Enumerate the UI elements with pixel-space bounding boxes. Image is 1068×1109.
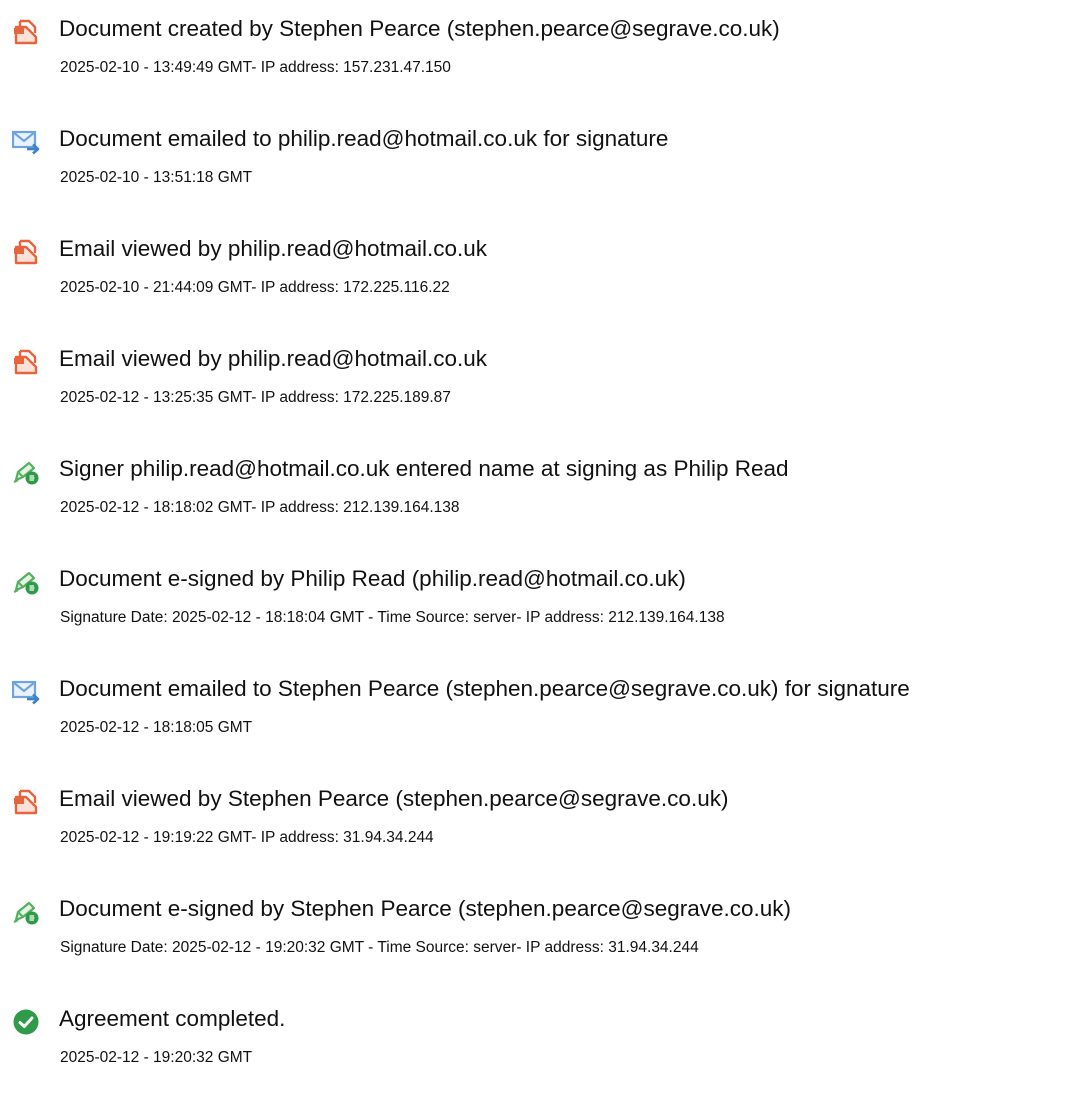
event-detail: 2025-02-10 - 13:51:18 GMT xyxy=(60,169,253,186)
email-sent-icon xyxy=(12,128,40,156)
audit-event: Agreement completed. 2025-02-12 - 19:20:… xyxy=(0,990,1068,1070)
document-icon xyxy=(12,348,40,376)
event-detail: 2025-02-12 - 19:19:22 GMT- IP address: 3… xyxy=(60,829,434,846)
event-title: Document emailed to philip.read@hotmail.… xyxy=(59,126,669,151)
event-detail: 2025-02-10 - 21:44:09 GMT- IP address: 1… xyxy=(60,279,450,296)
audit-event: Document e-signed by Philip Read (philip… xyxy=(0,550,1068,630)
event-title: Email viewed by philip.read@hotmail.co.u… xyxy=(59,236,488,261)
document-icon xyxy=(12,18,40,46)
event-detail: 2025-02-10 - 13:49:49 GMT- IP address: 1… xyxy=(60,59,451,76)
pen-sign-icon xyxy=(12,898,40,926)
audit-event: Email viewed by philip.read@hotmail.co.u… xyxy=(0,220,1068,300)
audit-event: Document created by Stephen Pearce (step… xyxy=(0,0,1068,80)
event-title: Email viewed by philip.read@hotmail.co.u… xyxy=(59,346,488,371)
document-icon xyxy=(12,788,40,816)
audit-event: Signer philip.read@hotmail.co.uk entered… xyxy=(0,440,1068,520)
event-detail: Signature Date: 2025-02-12 - 19:20:32 GM… xyxy=(60,939,699,956)
audit-event: Document e-signed by Stephen Pearce (ste… xyxy=(0,880,1068,960)
audit-event: Email viewed by philip.read@hotmail.co.u… xyxy=(0,330,1068,410)
event-detail: 2025-02-12 - 18:18:02 GMT- IP address: 2… xyxy=(60,499,460,516)
event-title: Document emailed to Stephen Pearce (step… xyxy=(59,676,910,701)
event-detail: 2025-02-12 - 13:25:35 GMT- IP address: 1… xyxy=(60,389,451,406)
event-detail: 2025-02-12 - 18:18:05 GMT xyxy=(60,719,253,736)
event-title: Document created by Stephen Pearce (step… xyxy=(59,16,780,41)
event-title: Agreement completed. xyxy=(59,1006,286,1031)
audit-event: Document emailed to philip.read@hotmail.… xyxy=(0,110,1068,190)
email-sent-icon xyxy=(12,678,40,706)
audit-event: Document emailed to Stephen Pearce (step… xyxy=(0,660,1068,740)
event-title: Document e-signed by Philip Read (philip… xyxy=(59,566,686,591)
event-title: Document e-signed by Stephen Pearce (ste… xyxy=(59,896,792,921)
event-title: Signer philip.read@hotmail.co.uk entered… xyxy=(59,456,789,481)
pen-sign-icon xyxy=(12,458,40,486)
audit-trail: Document created by Stephen Pearce (step… xyxy=(0,0,1068,1109)
document-icon xyxy=(12,238,40,266)
event-detail: Signature Date: 2025-02-12 - 18:18:04 GM… xyxy=(60,609,725,626)
event-title: Email viewed by Stephen Pearce (stephen.… xyxy=(59,786,729,811)
check-circle-icon xyxy=(12,1008,40,1036)
audit-event: Email viewed by Stephen Pearce (stephen.… xyxy=(0,770,1068,850)
pen-sign-icon xyxy=(12,568,40,596)
event-detail: 2025-02-12 - 19:20:32 GMT xyxy=(60,1049,253,1066)
